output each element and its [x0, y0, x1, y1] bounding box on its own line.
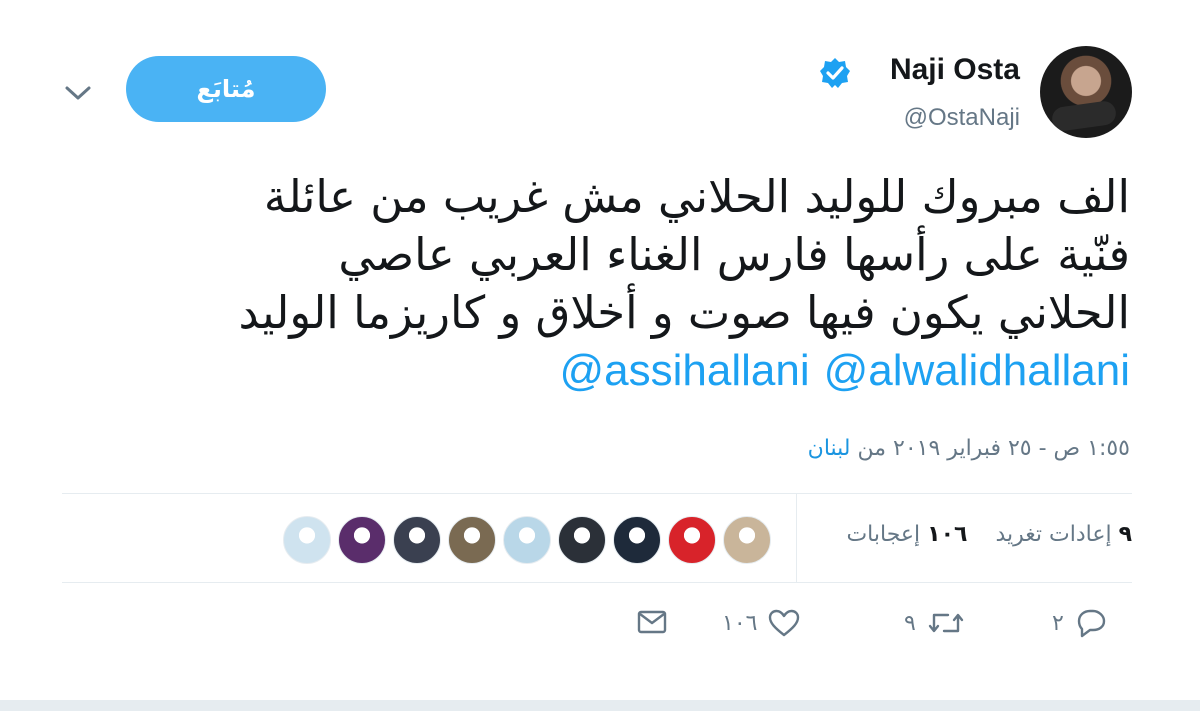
tweet-stats: ٩ إعادات تغريد ١٠٦ إعجابات — [846, 522, 1132, 547]
heart-icon — [767, 608, 801, 638]
retweets-label[interactable]: إعادات تغريد — [995, 522, 1111, 547]
tweet-text-line: الف مبروك للوليد الحلاني مش غريب من عائل… — [263, 170, 1130, 223]
liker-avatar[interactable] — [393, 516, 441, 564]
timestamp-text[interactable]: ١:٥٥ ص - ٢٥ فبراير ٢٠١٩ من — [858, 436, 1130, 461]
liker-avatar[interactable] — [448, 516, 496, 564]
retweets-count[interactable]: ٩ — [1119, 522, 1132, 547]
liker-avatar[interactable] — [668, 516, 716, 564]
reply-icon — [1074, 608, 1108, 638]
likes-count[interactable]: ١٠٦ — [927, 522, 967, 547]
envelope-icon — [636, 608, 668, 636]
liker-avatar[interactable] — [613, 516, 661, 564]
mention-link[interactable]: @assihallani — [559, 346, 809, 395]
dm-action[interactable] — [636, 608, 668, 636]
display-name[interactable]: Naji Osta — [890, 53, 1020, 87]
likes-label[interactable]: إعجابات — [846, 522, 920, 547]
divider — [62, 493, 1132, 494]
divider — [62, 582, 1132, 583]
avatar[interactable] — [1040, 46, 1132, 138]
liker-avatar[interactable] — [338, 516, 386, 564]
place-link[interactable]: لبنان — [808, 436, 851, 461]
verified-badge-icon — [818, 56, 852, 90]
tweet-text: الف مبروك للوليد الحلاني مش غريب من عائل… — [100, 168, 1130, 400]
retweet-count: ٩ — [904, 610, 916, 636]
page-background-strip — [0, 700, 1200, 711]
tweet-card: مُتابَع Naji Osta @OstaNaji الف مبروك لل… — [0, 0, 1200, 700]
liker-avatar[interactable] — [558, 516, 606, 564]
like-count: ١٠٦ — [722, 610, 758, 636]
liker-avatar[interactable] — [723, 516, 771, 564]
liker-avatar[interactable] — [503, 516, 551, 564]
following-button[interactable]: مُتابَع — [126, 56, 326, 122]
user-handle[interactable]: @OstaNaji — [904, 104, 1020, 132]
chevron-down-icon[interactable] — [64, 82, 92, 104]
tweet-text-line: فنّية على رأسها فارس الغناء العربي عاصي — [338, 228, 1130, 281]
mentions: @assihallani @alwalidhallani — [100, 342, 1130, 400]
retweet-action[interactable]: ٩ — [904, 608, 966, 638]
tweet-text-line: الحلاني يكون فيها صوت و أخلاق و كاريزما … — [238, 286, 1130, 339]
reply-action[interactable]: ٢ — [1052, 608, 1108, 638]
reply-count: ٢ — [1052, 610, 1064, 636]
stats-separator — [796, 494, 797, 582]
like-action[interactable]: ١٠٦ — [722, 608, 801, 638]
liker-avatar[interactable] — [283, 516, 331, 564]
retweet-icon — [926, 608, 966, 638]
tweet-timestamp: ١:٥٥ ص - ٢٥ فبراير ٢٠١٩ من لبنان — [808, 436, 1130, 461]
tweet-actions: ٢ ٩ ١٠٦ — [0, 608, 1200, 648]
mention-link[interactable]: @alwalidhallani — [824, 346, 1130, 395]
